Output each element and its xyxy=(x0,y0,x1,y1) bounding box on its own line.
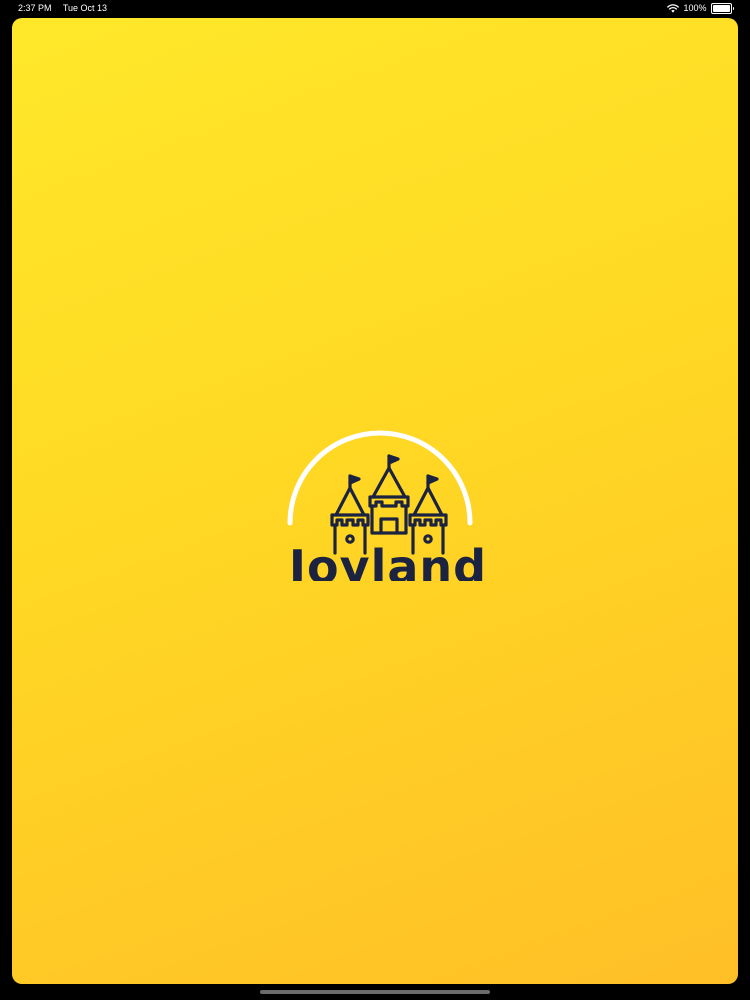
battery-percent: 100% xyxy=(683,3,707,13)
status-bar: 2:37 PM Tue Oct 13 100% xyxy=(0,0,750,16)
battery-tip xyxy=(732,6,734,10)
wifi-icon xyxy=(667,3,680,13)
battery-body xyxy=(710,2,732,14)
status-time: 2:37 PM xyxy=(18,3,52,13)
splash-screen: Joyland xyxy=(12,18,738,984)
logo-arc xyxy=(287,430,473,526)
home-indicator[interactable] xyxy=(260,990,490,994)
status-right: 100% xyxy=(667,0,734,16)
battery-fill xyxy=(712,4,730,12)
battery-icon xyxy=(710,2,734,14)
brand-name: Joyland xyxy=(286,540,487,581)
joyland-logo: Joyland xyxy=(286,430,487,581)
status-date: Tue Oct 13 xyxy=(62,3,108,13)
castle-icon xyxy=(330,454,448,555)
device-frame: 2:37 PM Tue Oct 13 100% Joyland xyxy=(0,0,750,1000)
status-left: 2:37 PM Tue Oct 13 xyxy=(18,0,116,16)
